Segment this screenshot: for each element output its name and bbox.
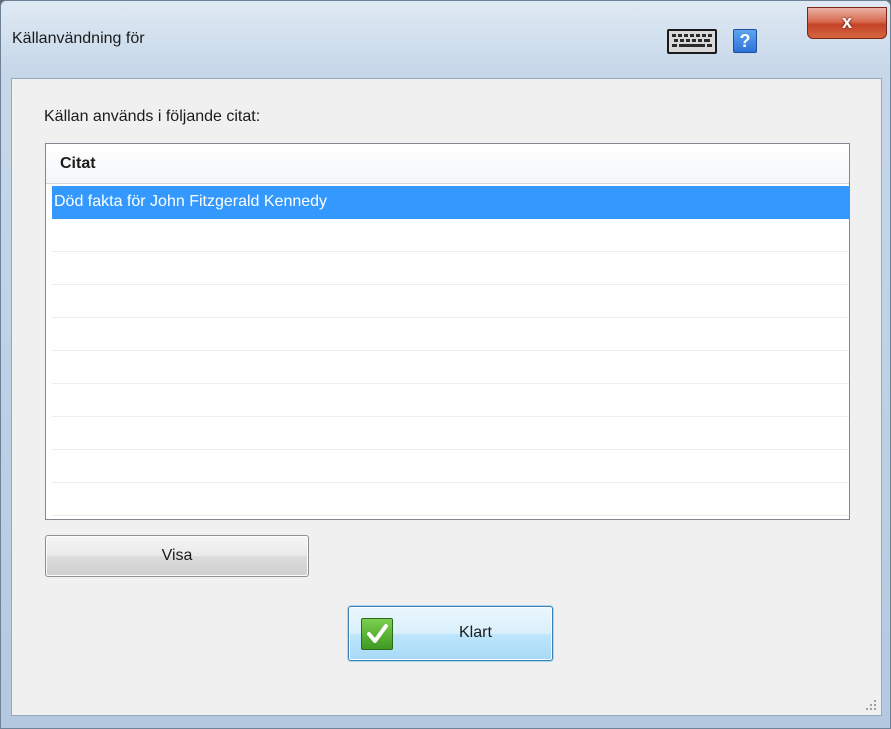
prompt-label: Källan används i följande citat: (44, 108, 261, 125)
title-bar[interactable]: Källanvändning för ? x (1, 1, 890, 77)
column-header-citat[interactable]: Citat (46, 144, 849, 184)
list-item-text: Död fakta för John Fitzgerald Kennedy (54, 193, 328, 210)
empty-list-row (52, 285, 849, 318)
empty-list-row (52, 483, 849, 516)
empty-list-row (52, 450, 849, 483)
help-icon[interactable]: ? (733, 29, 757, 53)
checkmark-icon (361, 618, 393, 650)
empty-list-row (52, 318, 849, 351)
resize-grip-icon[interactable] (865, 699, 877, 711)
dialog-content: Källan används i följande citat: Citat D… (11, 78, 882, 716)
empty-list-row (52, 417, 849, 450)
citation-list[interactable]: Citat Död fakta för John Fitzgerald Kenn… (45, 143, 850, 520)
empty-list-row (52, 252, 849, 285)
column-header-label: Citat (60, 155, 96, 172)
visa-button[interactable]: Visa (45, 535, 309, 577)
window-title: Källanvändning för (12, 30, 145, 47)
empty-list-row (52, 219, 849, 252)
keyboard-icon[interactable] (667, 29, 717, 54)
close-icon[interactable]: x (807, 7, 887, 39)
list-item[interactable]: Död fakta för John Fitzgerald Kennedy (52, 186, 849, 219)
klart-label: Klart (459, 624, 492, 641)
klart-button[interactable]: Klart (348, 606, 553, 661)
empty-list-row (52, 384, 849, 417)
empty-list-row (52, 351, 849, 384)
dialog-window: Källanvändning för ? x Källan används i … (0, 0, 891, 729)
